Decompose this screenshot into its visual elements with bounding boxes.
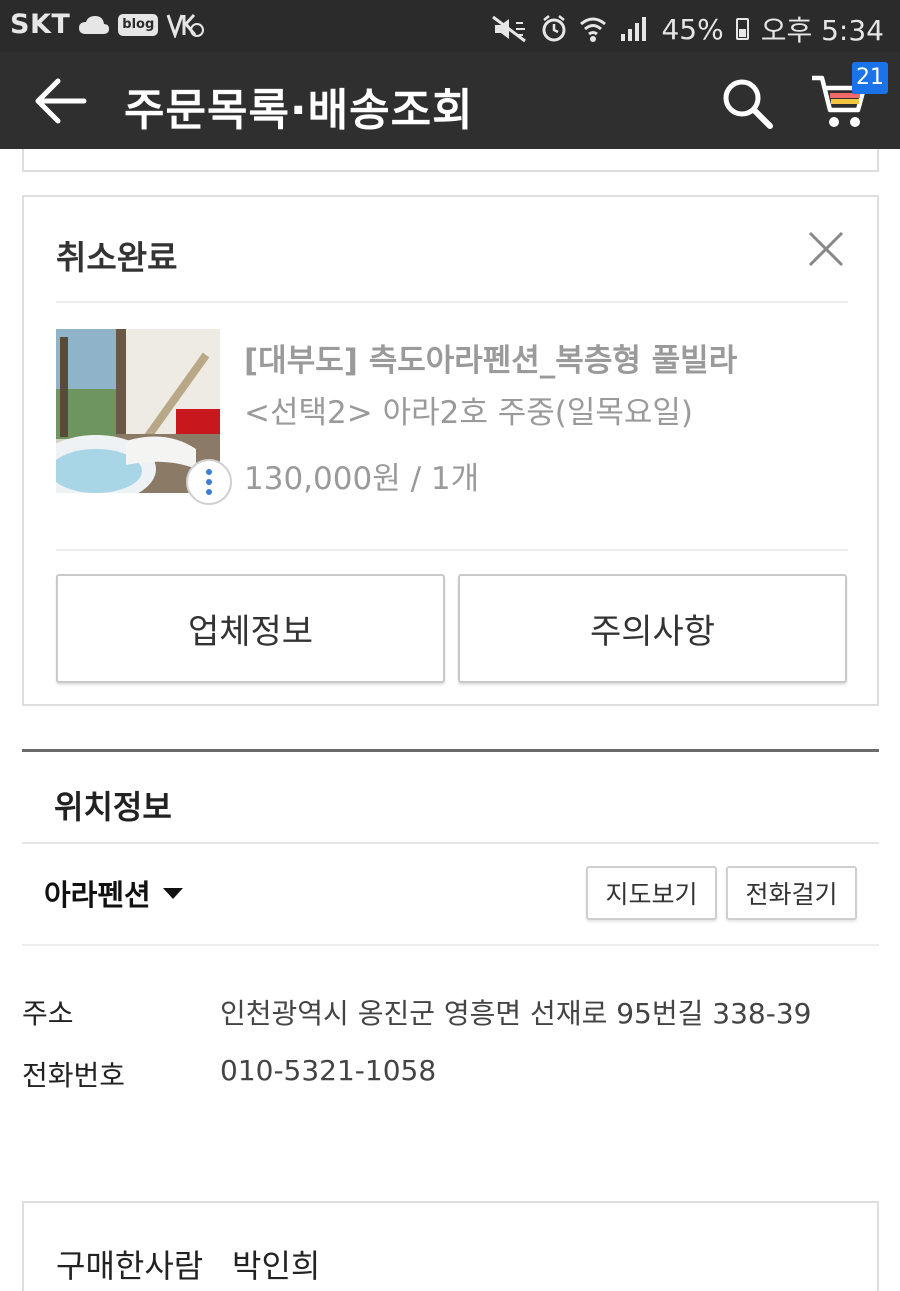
status-bar: SKT blog 45% 오후 5:34 (0, 0, 900, 52)
battery-percent: 45% (661, 12, 724, 46)
cloud-icon (78, 14, 110, 36)
place-name: 아라펜션 (44, 878, 151, 912)
mute-icon (489, 15, 529, 43)
phone-value[interactable]: 010-5321-1058 (220, 1054, 436, 1087)
carrier-label: SKT (10, 9, 71, 40)
clock: 오후 5:34 (760, 14, 884, 47)
app-bar: 주문목록·배송조회 (0, 52, 900, 149)
divider (22, 842, 879, 844)
order-status-label: 취소완료 (56, 238, 178, 277)
more-vertical-icon[interactable] (186, 459, 232, 505)
search-icon[interactable] (718, 74, 778, 130)
status-bar-right: 45% 오후 5:34 (489, 9, 884, 49)
wifi-icon (579, 15, 607, 43)
view-map-button[interactable]: 지도보기 (586, 866, 717, 920)
buyer-label: 구매한사람 (56, 1247, 204, 1285)
product-option: <선택2> 아라2호 주중(일목요일) (244, 395, 694, 431)
status-bar-left: SKT blog (10, 9, 205, 40)
notice-button[interactable]: 주의사항 (458, 574, 847, 683)
divider (22, 944, 879, 946)
page-title: 주문목록·배송조회 (124, 85, 474, 136)
product-price-quantity: 130,000원 / 1개 (244, 461, 480, 497)
buyer-name: 박인희 (232, 1247, 321, 1285)
signal-icon (619, 16, 649, 42)
previous-card-edge (22, 149, 879, 172)
section-divider (22, 749, 879, 752)
location-section-title: 위치정보 (54, 788, 172, 826)
buyer-card: 구매한사람 박인희 (22, 1201, 879, 1291)
vpn-icon (166, 12, 205, 38)
divider (56, 301, 848, 303)
alarm-icon (541, 15, 567, 43)
address-value: 인천광역시 옹진군 영흥면 선재로 95번길 338-39 (220, 997, 812, 1030)
battery-icon (735, 18, 749, 40)
caret-down-icon (162, 887, 183, 899)
product-name[interactable]: [대부도] 측도아라펜션_복층형 풀빌라 (244, 335, 737, 380)
company-info-button[interactable]: 업체정보 (56, 574, 445, 683)
phone-label: 전화번호 (22, 1059, 126, 1092)
call-button[interactable]: 전화걸기 (726, 866, 857, 920)
blog-icon: blog (118, 13, 159, 36)
back-arrow-icon[interactable] (30, 76, 90, 126)
cart-count-badge: 21 (852, 62, 888, 94)
address-label: 주소 (22, 997, 74, 1030)
divider (56, 549, 848, 551)
order-card: 취소완료 [대부도] 측도아라펜션_복층형 풀빌라 <선택2> 아라2호 주중(… (22, 195, 879, 706)
close-icon[interactable] (806, 229, 846, 269)
place-dropdown[interactable]: 아라펜션 (44, 872, 183, 914)
